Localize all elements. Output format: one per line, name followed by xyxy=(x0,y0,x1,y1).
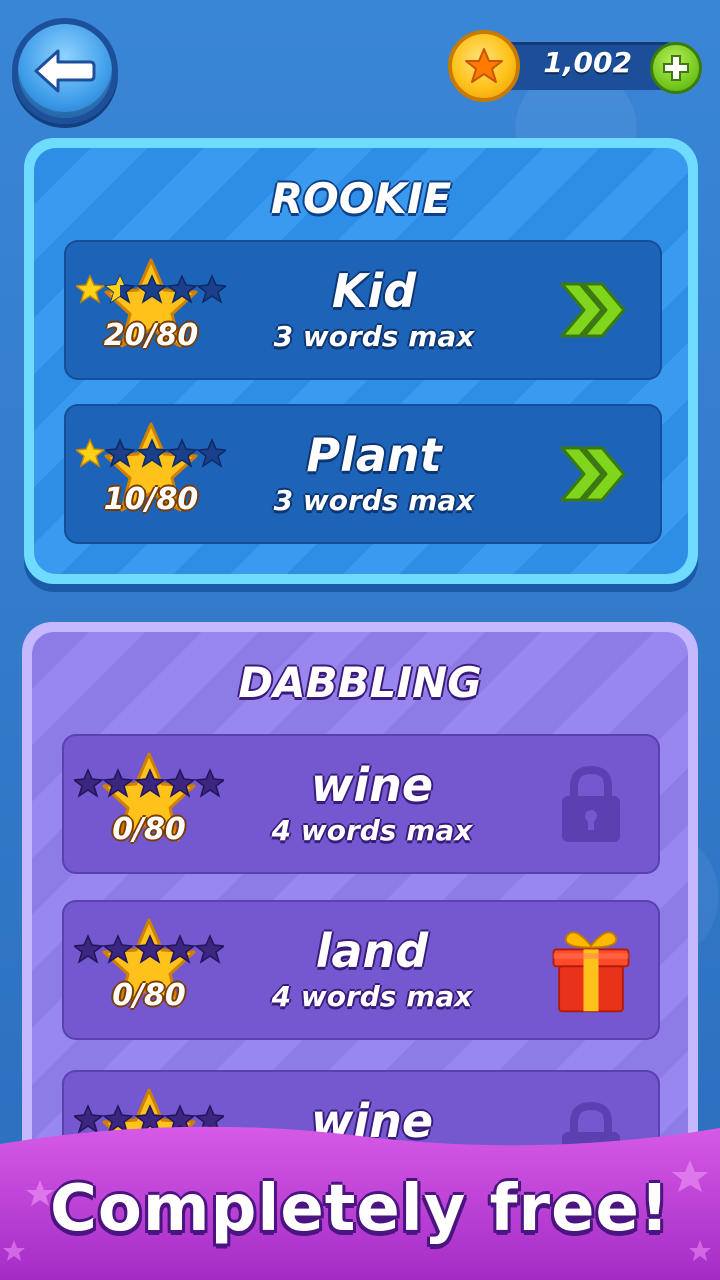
play-button[interactable] xyxy=(548,268,638,352)
level-card-kid[interactable]: 20/80 Kid 3 words max xyxy=(64,240,662,380)
double-chevron-right-icon xyxy=(560,282,626,338)
section-title: DABBLING xyxy=(238,658,482,707)
level-name: wine xyxy=(310,758,434,812)
back-arrow-icon xyxy=(34,49,96,93)
lock-icon xyxy=(562,765,620,842)
level-name: Plant xyxy=(306,428,442,482)
gift-button[interactable] xyxy=(546,928,636,1013)
banner-text: Completely free! xyxy=(49,1172,671,1246)
play-button[interactable] xyxy=(548,432,638,516)
level-subtitle: 3 words max xyxy=(273,320,475,353)
coin-balance: 1,002 xyxy=(448,30,702,102)
double-chevron-right-icon xyxy=(560,446,626,502)
level-subtitle: 3 words max xyxy=(273,484,475,517)
level-name: land xyxy=(315,924,429,978)
level-subtitle: 4 words max xyxy=(271,814,473,847)
star-coin-icon xyxy=(448,30,520,102)
level-name: Kid xyxy=(331,264,417,318)
level-card-land[interactable]: 0/80 land 4 words max xyxy=(62,900,660,1040)
locked-indicator xyxy=(546,762,636,846)
gift-icon xyxy=(552,931,630,1013)
level-subtitle: 4 words max xyxy=(271,980,473,1013)
plus-icon xyxy=(663,55,689,81)
level-card-plant[interactable]: 10/80 Plant 3 words max xyxy=(64,404,662,544)
promo-banner: Completely free! xyxy=(0,1120,720,1280)
back-button[interactable] xyxy=(12,18,118,124)
section-rookie: ROOKIE 20/80 Kid 3 words max 10/80 Plant… xyxy=(24,138,698,584)
level-card-wine[interactable]: 0/80 wine 4 words max xyxy=(62,734,660,874)
section-title: ROOKIE xyxy=(270,174,452,223)
add-coins-button[interactable] xyxy=(650,42,702,94)
